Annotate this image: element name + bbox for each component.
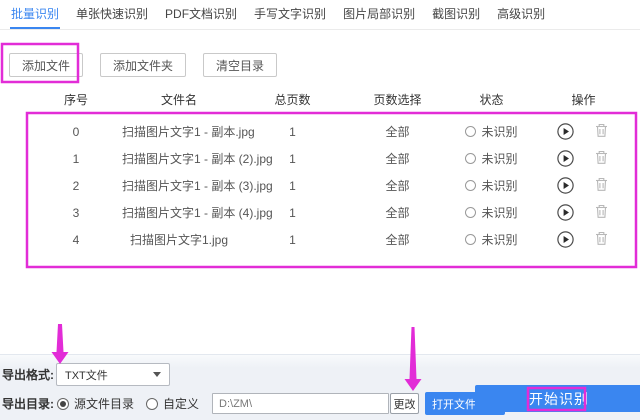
trash-icon[interactable] — [594, 177, 611, 194]
play-icon[interactable] — [556, 231, 574, 248]
export-dir-label: 导出目录: — [2, 397, 54, 411]
row-operations — [537, 177, 630, 194]
row-page-select[interactable]: 全部 — [349, 150, 446, 167]
radio-custom-dir[interactable]: 自定义 — [146, 395, 199, 412]
status-radio-icon — [465, 207, 477, 218]
row-index: 4 — [72, 232, 80, 247]
add-file-button[interactable]: 添加文件 — [9, 53, 84, 77]
radio-source-dir[interactable]: 源文件目录 — [57, 395, 134, 412]
tab-item[interactable]: 批量识别 — [10, 0, 61, 29]
status-label: 未识别 — [481, 152, 518, 166]
play-icon[interactable] — [556, 204, 574, 221]
trash-icon[interactable] — [594, 150, 611, 167]
toolbar: 添加文件 添加文件夹 清空目录 — [9, 53, 640, 77]
row-operations — [537, 123, 630, 140]
row-index: 0 — [72, 124, 80, 139]
play-icon[interactable] — [556, 123, 574, 140]
status-radio-icon — [465, 234, 477, 245]
row-pages: 1 — [289, 205, 296, 220]
tab-item[interactable]: 截图识别 — [431, 0, 481, 29]
clear-list-button[interactable]: 清空目录 — [203, 53, 278, 77]
column-header: 页数选择 — [373, 93, 422, 107]
radio-unselected-icon[interactable] — [146, 397, 159, 410]
export-path-input[interactable] — [212, 393, 390, 414]
status-label: 未识别 — [481, 179, 518, 193]
radio-source-label: 源文件目录 — [74, 397, 135, 411]
tab-bar: 批量识别 单张快速识别 PDF文档识别 手写文字识别 图片局部识别 截图识别 高… — [0, 0, 640, 30]
row-status: 未识别 — [446, 150, 537, 167]
column-header: 序号 — [63, 93, 88, 107]
row-page-select[interactable]: 全部 — [349, 204, 446, 221]
tab-item[interactable]: 手写文字识别 — [253, 0, 327, 29]
radio-selected-icon[interactable] — [57, 397, 69, 410]
add-folder-button[interactable]: 添加文件夹 — [100, 53, 187, 77]
row-operations — [537, 204, 630, 221]
column-header: 操作 — [571, 93, 596, 107]
change-path-button[interactable]: 更改 — [390, 393, 420, 414]
row-filename: 扫描图片文字1 - 副本 (3).jpg — [122, 179, 273, 193]
row-pages: 1 — [289, 124, 296, 139]
row-page-select[interactable]: 全部 — [349, 231, 446, 248]
row-index: 3 — [72, 205, 80, 220]
row-filename: 扫描图片文字1 - 副本 (2).jpg — [122, 152, 273, 166]
row-status: 未识别 — [446, 204, 537, 221]
status-radio-icon — [465, 153, 477, 164]
row-pages: 1 — [289, 151, 296, 166]
status-label: 未识别 — [481, 233, 518, 247]
column-header: 状态 — [479, 93, 504, 107]
radio-custom-label: 自定义 — [163, 397, 200, 411]
tab-item[interactable]: 高级识别 — [496, 0, 546, 29]
row-index: 1 — [72, 151, 80, 166]
column-header: 文件名 — [160, 93, 197, 107]
row-filename: 扫描图片文字1 - 副本 (4).jpg — [122, 206, 273, 220]
play-icon[interactable] — [556, 150, 574, 167]
export-format-value: TXT文件 — [65, 369, 108, 382]
trash-icon[interactable] — [594, 204, 611, 221]
export-format-label: 导出格式: — [2, 368, 54, 382]
table-row: 3 扫描图片文字1 - 副本 (4).jpg 1 全部 未识别 — [30, 199, 630, 226]
row-status: 未识别 — [446, 123, 537, 140]
row-status: 未识别 — [446, 177, 537, 194]
status-label: 未识别 — [481, 206, 518, 220]
caret-down-icon — [153, 372, 161, 377]
row-filename: 扫描图片文字1 - 副本.jpg — [122, 125, 255, 139]
row-page-select[interactable]: 全部 — [349, 123, 446, 140]
trash-icon[interactable] — [594, 123, 611, 140]
table-row: 1 扫描图片文字1 - 副本 (2).jpg 1 全部 未识别 — [30, 145, 630, 172]
trash-icon[interactable] — [594, 231, 611, 248]
table-row: 2 扫描图片文字1 - 副本 (3).jpg 1 全部 未识别 — [30, 172, 630, 199]
row-pages: 1 — [289, 232, 296, 247]
tab-item[interactable]: 图片局部识别 — [342, 0, 416, 29]
row-filename: 扫描图片文字1.jpg — [129, 233, 229, 247]
row-index: 2 — [72, 178, 80, 193]
export-format-row: 导出格式: TXT文件 — [2, 363, 640, 386]
table-header-row: 序号 文件名 总页数 页数选择 状态 操作 — [30, 91, 630, 108]
row-status: 未识别 — [446, 231, 537, 248]
row-page-select[interactable]: 全部 — [349, 177, 446, 194]
table-row: 0 扫描图片文字1 - 副本.jpg 1 全部 未识别 — [30, 118, 630, 145]
start-recognition-button[interactable]: 开始识别 — [475, 385, 640, 412]
export-format-dropdown[interactable]: TXT文件 — [56, 363, 170, 386]
status-radio-icon — [465, 180, 477, 191]
tab-item[interactable]: PDF文档识别 — [164, 0, 238, 29]
row-operations — [537, 231, 630, 248]
play-icon[interactable] — [556, 177, 574, 194]
row-pages: 1 — [289, 178, 296, 193]
table-body: 0 扫描图片文字1 - 副本.jpg 1 全部 未识别 1 扫描图片文字1 - … — [30, 118, 630, 253]
tab-item[interactable]: 单张快速识别 — [75, 0, 149, 29]
table-row: 4 扫描图片文字1.jpg 1 全部 未识别 — [30, 226, 630, 253]
status-radio-icon — [465, 126, 477, 137]
status-label: 未识别 — [481, 125, 518, 139]
row-operations — [537, 150, 630, 167]
column-header: 总页数 — [274, 93, 311, 107]
file-table: 序号 文件名 总页数 页数选择 状态 操作 0 扫描图片文字1 - 副本.jpg… — [30, 91, 630, 253]
